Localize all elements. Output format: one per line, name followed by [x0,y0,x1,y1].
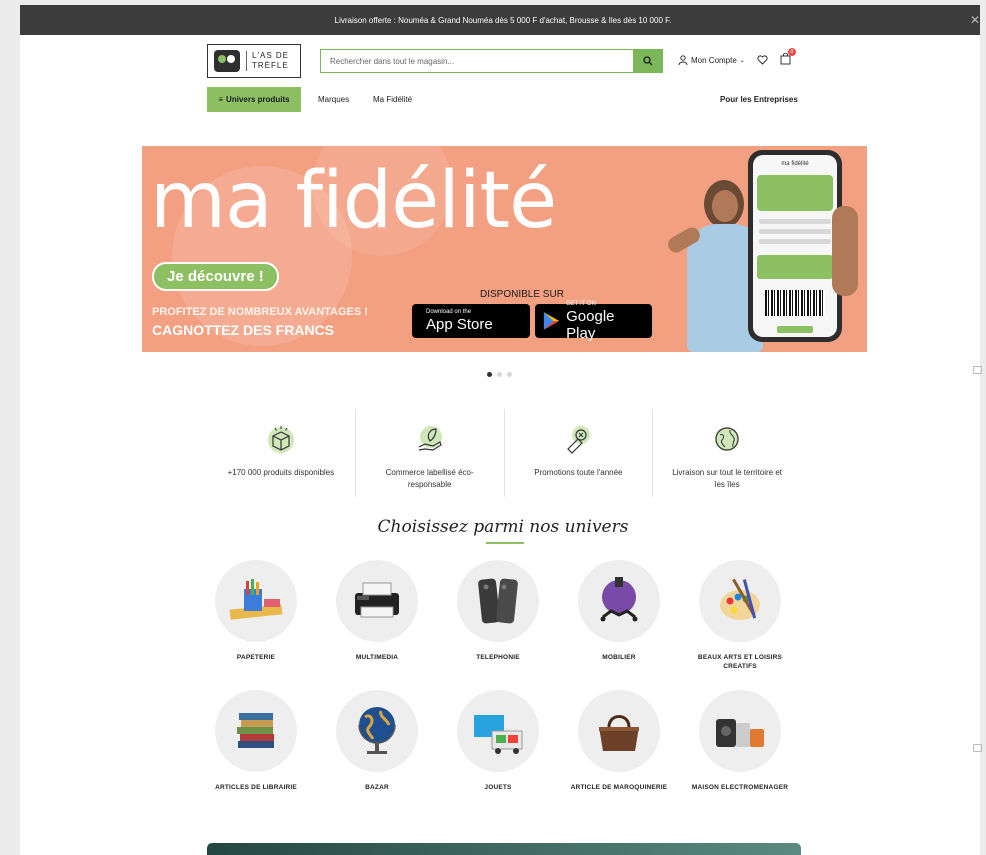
paint-palette-icon [699,560,781,642]
cart-button[interactable]: 0 [780,48,796,67]
category-card[interactable]: MULTIMEDIA [322,560,432,662]
category-card[interactable]: BAZAR [322,690,432,792]
category-label: BAZAR [365,784,389,791]
search-icon [642,56,652,66]
box-icon [263,421,299,457]
banner-cta-button[interactable]: Je découvre ! [152,262,279,291]
app-store-small: Download on the [426,309,472,315]
category-card[interactable]: JOUETS [443,690,553,792]
user-icon [678,55,688,65]
page-gutter [980,5,986,855]
google-play-icon [543,312,560,330]
category-card[interactable]: BEAUX ARTS ET LOISIRS CREATIFS [685,560,795,671]
banner-phone-image: ma fidélité [748,150,842,342]
category-card[interactable]: ARTICLE DE MAROQUINERIE [564,690,674,792]
account-label: Mon Compte [691,55,737,65]
google-play-big: Google Play [566,307,615,342]
eco-hand-icon [412,421,448,457]
account-menu[interactable]: Mon Compte ⌄ [678,55,745,65]
nav-business[interactable]: Pour les Entreprises [720,95,798,104]
printer-icon [336,560,418,642]
feature-item: Livraison sur tout le territoire et les … [653,409,801,497]
announcement-bar: Livraison offerte : Nouméa & Grand Noumé… [20,5,986,35]
phone-app-title: ma fidélité [781,161,809,167]
nav-loyalty[interactable]: Ma Fidélité [373,95,412,104]
bag-icon [578,690,660,772]
category-label: ARTICLES DE LIBRAIRIE [215,784,297,791]
carousel-dot[interactable] [507,372,512,377]
carousel-dots [487,372,512,377]
site-logo[interactable]: L'AS DE TRÈFLE [207,44,301,78]
features-strip: +170 000 produits disponibles Commerce l… [207,409,801,497]
category-card[interactable]: MOBILIER [564,560,674,662]
category-card[interactable]: ARTICLES DE LIBRAIRIE [201,690,311,792]
category-card[interactable]: PAPETERIE [201,560,311,662]
category-label: MOBILIER [602,654,636,661]
page: Livraison offerte : Nouméa & Grand Noumé… [20,5,986,855]
app-store-button[interactable]: Download on the App Store [412,304,530,338]
banner-line-1: PROFITEZ DE NOMBREUX AVANTAGES ! [152,306,368,318]
nav-brands[interactable]: Marques [318,95,349,104]
appliance-icon [699,690,781,772]
globe-delivery-icon [709,421,745,457]
category-card[interactable]: MAISON ELECTROMENAGER [685,690,795,792]
search-input[interactable] [321,50,633,72]
category-label: PAPETERIE [236,654,276,661]
chevron-down-icon: ⌄ [739,57,745,64]
mail-icon[interactable] [973,366,982,374]
google-play-button[interactable]: GET IT ON Google Play [535,300,652,342]
category-card[interactable]: TELEPHONIE [443,560,553,662]
announcement-text: Livraison offerte : Nouméa & Grand Noumé… [334,15,672,25]
feature-item: +170 000 produits disponibles [207,409,356,497]
available-on-label: DISPONIBLE SUR [480,289,564,300]
chair-icon [578,560,660,642]
carousel-dot[interactable] [497,372,502,377]
close-icon[interactable]: ✕ [970,13,980,27]
category-label: ARTICLE DE MAROQUINERIE [570,784,668,791]
search-bar [320,49,663,73]
hero-banner[interactable]: ma fidélité Je découvre ! PROFITEZ DE NO… [142,146,867,352]
google-play-small: GET IT ON [566,300,596,307]
promo-tag-icon [560,421,596,457]
category-label: TELEPHONIE [476,654,520,661]
category-label: MULTIMEDIA [355,654,399,661]
logo-text: L'AS DE TRÈFLE [246,51,289,71]
feature-label: Commerce labellisé éco-responsable [385,468,474,489]
toy-icon [457,690,539,772]
menu-icon: ≡ [218,95,224,104]
heading-underline [486,542,524,544]
stationery-icon [215,560,297,642]
search-button[interactable] [633,50,662,72]
category-label: MAISON ELECTROMENAGER [691,784,789,791]
products-menu-label: Univers produits [226,95,290,104]
feature-label: Promotions toute l'année [534,468,623,477]
banner-line-2: CAGNOTTEZ DES FRANCS [152,322,334,338]
feature-label: Livraison sur tout le territoire et les … [672,468,783,489]
header-actions: Mon Compte ⌄ 0 [678,48,796,67]
banner-brand: ma fidélité [150,156,557,246]
promo-band-partial [207,843,801,855]
globe-icon [336,690,418,772]
barcode-image [765,290,825,316]
carousel-dot[interactable] [487,372,492,377]
main-nav: ≡ Univers produits Marques Ma Fidélité P… [20,87,986,117]
feature-item: Promotions toute l'année [505,409,654,497]
category-label: BEAUX ARTS ET LOISIRS CREATIFS [697,654,783,670]
cart-count-badge: 0 [787,48,796,56]
category-label: JOUETS [484,784,512,791]
clover-logo-icon [214,50,240,72]
feature-label: +170 000 produits disponibles [227,468,335,477]
mail-icon[interactable] [973,744,982,752]
categories-heading: Choisissez parmi nos univers [377,517,629,537]
banner-hand-image [832,206,858,296]
phone-icon [457,560,539,642]
books-icon [215,690,297,772]
feature-item: Commerce labellisé éco-responsable [356,409,505,497]
heart-icon[interactable] [757,55,768,65]
products-menu-button[interactable]: ≡ Univers produits [207,87,301,112]
site-header: L'AS DE TRÈFLE Mon Compte ⌄ 0 [20,35,986,87]
app-store-big: App Store [426,316,493,333]
